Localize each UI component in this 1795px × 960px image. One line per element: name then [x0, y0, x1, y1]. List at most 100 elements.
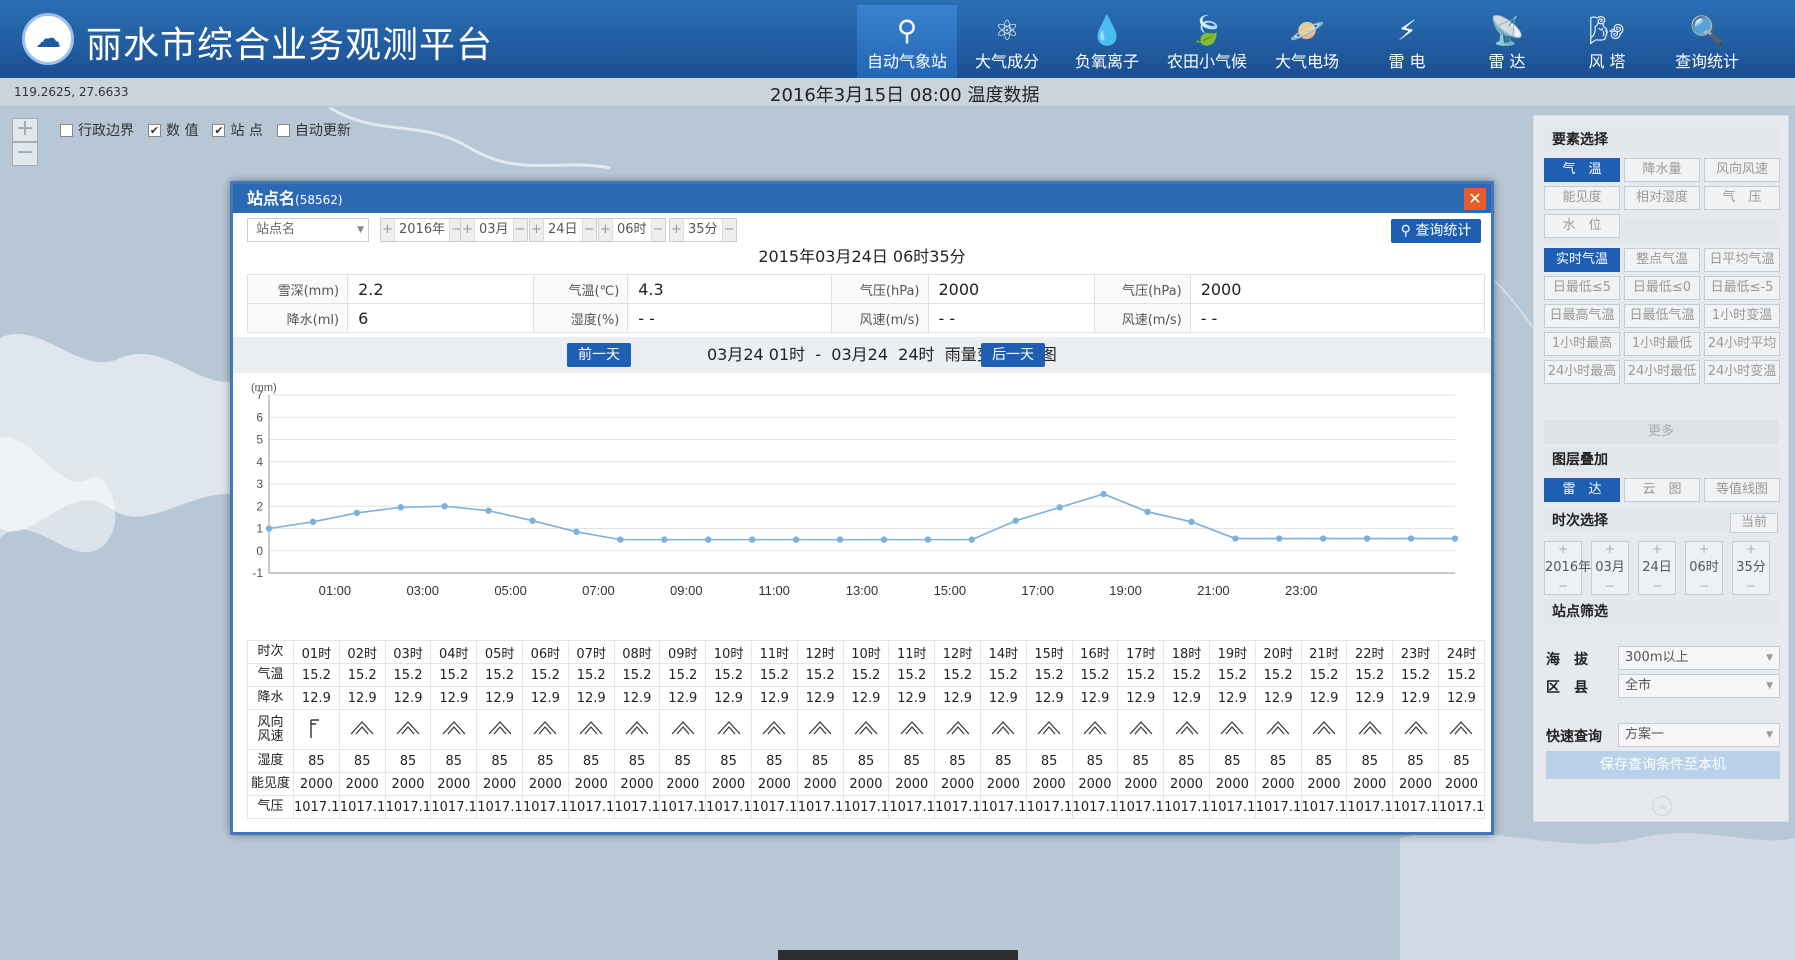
rainfall-point[interactable]	[485, 507, 492, 514]
minus-icon[interactable]: −	[1592, 579, 1628, 594]
minus-icon[interactable]: −	[722, 219, 736, 241]
save-query-button[interactable]: 保存查询条件至本机	[1546, 751, 1780, 779]
layer-button[interactable]: 雷 达	[1544, 478, 1620, 502]
nav-item-3[interactable]: 🍃 农田小气候	[1157, 5, 1257, 78]
data-button[interactable]: 日最低≤0	[1624, 276, 1700, 300]
rainfall-point[interactable]	[1012, 517, 1019, 524]
minus-icon[interactable]: −	[1545, 579, 1581, 594]
layer-toggle[interactable]: ✔ 数 值	[148, 120, 198, 140]
plus-icon[interactable]: +	[461, 219, 474, 241]
rainfall-point[interactable]	[792, 536, 800, 543]
time-stepper[interactable]: +2016年 −	[1544, 541, 1591, 595]
rainfall-point[interactable]	[309, 518, 317, 526]
nav-item-7[interactable]: 🌬 风 塔	[1557, 5, 1657, 78]
data-button[interactable]: 24小时变温	[1704, 360, 1780, 384]
minus-icon[interactable]: −	[1733, 579, 1769, 594]
rainfall-point[interactable]	[968, 536, 976, 543]
day-stepper[interactable]: +24日 −	[529, 218, 597, 242]
data-button[interactable]: 日最低≤5	[1544, 276, 1620, 300]
element-button[interactable]: 水 位	[1544, 214, 1620, 238]
checkbox[interactable]	[60, 123, 73, 137]
rainfall-point[interactable]	[1407, 535, 1415, 542]
county-select[interactable]: 全市 ▼	[1618, 674, 1780, 698]
altitude-select[interactable]: 300m以上 ▼	[1618, 646, 1780, 670]
nav-item-8[interactable]: 🔍 查询统计	[1657, 5, 1757, 78]
zoom-out-button[interactable]: −	[12, 142, 38, 166]
rainfall-point[interactable]	[1188, 518, 1195, 526]
rainfall-point[interactable]	[705, 536, 712, 543]
zoom-in-button[interactable]: +	[12, 118, 38, 142]
element-button[interactable]: 能见度	[1544, 186, 1620, 210]
plus-icon[interactable]: +	[1733, 542, 1769, 557]
data-button[interactable]: 日平均气温	[1704, 248, 1780, 272]
rainfall-point[interactable]	[1363, 535, 1371, 542]
data-button[interactable]: 日最高气温	[1544, 304, 1620, 328]
next-day-button[interactable]: 后一天	[981, 343, 1045, 367]
data-button[interactable]: 24小时平均	[1704, 332, 1780, 356]
minus-icon[interactable]: −	[651, 219, 665, 241]
plus-icon[interactable]: +	[381, 219, 394, 241]
minute-stepper[interactable]: +35分 −	[669, 218, 737, 242]
minute-value[interactable]: 35分	[683, 219, 723, 241]
time-stepper[interactable]: +24日 −	[1638, 541, 1676, 595]
rainfall-point[interactable]	[1144, 508, 1151, 516]
month-value[interactable]: 03月	[474, 219, 514, 241]
nav-item-6[interactable]: 📡 雷 达	[1457, 5, 1557, 78]
nav-item-5[interactable]: ⚡ 雷 电	[1357, 5, 1457, 78]
plus-icon[interactable]: +	[1545, 542, 1581, 557]
rainfall-point[interactable]	[265, 525, 273, 532]
plus-icon[interactable]: +	[599, 219, 612, 241]
hour-stepper[interactable]: +06时 −	[598, 218, 666, 242]
minus-icon[interactable]: −	[513, 219, 527, 241]
nav-item-0[interactable]: ⚲ 自动气象站	[857, 5, 957, 78]
rainfall-point[interactable]	[748, 536, 756, 543]
plus-icon[interactable]: +	[530, 219, 543, 241]
rainfall-point[interactable]	[836, 536, 844, 543]
data-button[interactable]: 日最低≤-5	[1704, 276, 1780, 300]
month-stepper[interactable]: +03月 −	[460, 218, 528, 242]
prev-day-button[interactable]: 前一天	[567, 343, 631, 367]
quick-select[interactable]: 方案一 ▼	[1618, 723, 1780, 747]
query-button[interactable]: ⚲ 查询统计	[1391, 219, 1481, 243]
rainfall-point[interactable]	[661, 536, 668, 543]
time-stepper[interactable]: +03月 −	[1591, 541, 1629, 595]
rainfall-point[interactable]	[1320, 535, 1327, 542]
plus-icon[interactable]: +	[670, 219, 683, 241]
element-button[interactable]: 相对湿度	[1624, 186, 1700, 210]
plus-icon[interactable]: +	[1639, 542, 1675, 557]
weather-bureau-logo-icon[interactable]: ☁	[22, 13, 74, 65]
checkbox[interactable]	[276, 123, 290, 137]
day-value[interactable]: 24日	[543, 219, 583, 241]
checkbox[interactable]: ✔	[212, 123, 226, 137]
layer-toggle[interactable]: 行政边界	[60, 120, 134, 140]
data-button[interactable]: 整点气温	[1624, 248, 1700, 272]
data-button[interactable]: 日最低气温	[1624, 304, 1700, 328]
nav-item-2[interactable]: 💧 负氧离子	[1057, 5, 1157, 78]
rainfall-point[interactable]	[529, 517, 536, 524]
checkbox[interactable]: ✔	[148, 123, 161, 137]
bottom-tab[interactable]	[778, 950, 1018, 960]
plus-icon[interactable]: +	[1686, 542, 1722, 557]
nav-item-1[interactable]: ⚛ 大气成分	[957, 5, 1057, 78]
year-stepper[interactable]: +2016年 −	[380, 218, 465, 242]
rainfall-point[interactable]	[1276, 535, 1283, 542]
element-button[interactable]: 风向风速	[1704, 158, 1780, 182]
nav-item-4[interactable]: 🪐 大气电场	[1257, 5, 1357, 78]
more-button[interactable]: 更多	[1544, 420, 1778, 444]
time-stepper[interactable]: +06时 −	[1685, 541, 1723, 595]
plus-icon[interactable]: +	[1592, 542, 1628, 557]
rainfall-point[interactable]	[397, 504, 404, 511]
element-button[interactable]: 气 温	[1544, 158, 1620, 182]
layer-toggle[interactable]: 自动更新	[276, 120, 351, 140]
rainfall-point[interactable]	[617, 536, 624, 543]
data-button[interactable]: 实时气温	[1544, 248, 1620, 272]
minus-icon[interactable]: −	[582, 219, 596, 241]
time-stepper[interactable]: +35分 −	[1732, 541, 1770, 595]
data-button[interactable]: 1小时变温	[1704, 304, 1780, 328]
rainfall-point[interactable]	[1100, 490, 1107, 498]
minus-icon[interactable]: −	[1686, 579, 1722, 594]
year-value[interactable]: 2016年	[394, 219, 451, 241]
minus-icon[interactable]: −	[1639, 579, 1675, 594]
rainfall-point[interactable]	[573, 528, 580, 536]
data-button[interactable]: 1小时最高	[1544, 332, 1620, 356]
